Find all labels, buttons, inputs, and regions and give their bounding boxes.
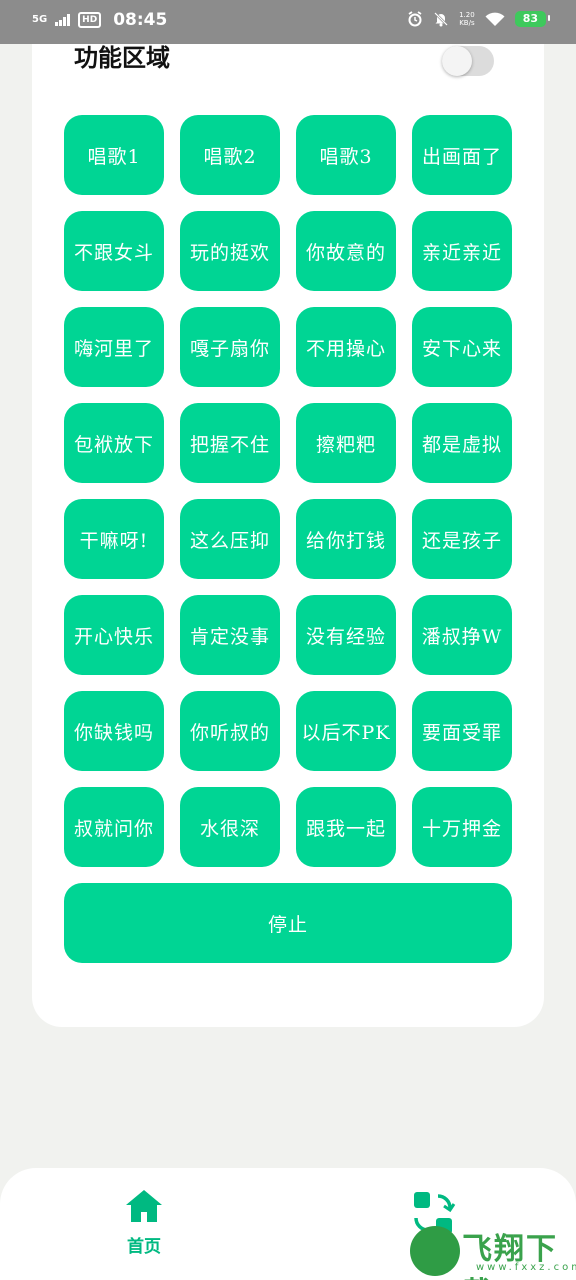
sound-button[interactable]: 潘叔挣W (412, 595, 512, 675)
sound-button[interactable]: 叔就问你 (64, 787, 164, 867)
sound-button[interactable]: 以后不PK (296, 691, 396, 771)
mute-bell-icon (434, 12, 448, 27)
sound-button[interactable]: 不跟女斗 (64, 211, 164, 291)
sound-button[interactable]: 擦粑粑 (296, 403, 396, 483)
sound-button[interactable]: 嗨河里了 (64, 307, 164, 387)
network-type: 5G (32, 14, 48, 25)
watermark: 飞翔下载 www.fxxz.com (410, 1222, 576, 1280)
sound-button[interactable]: 跟我一起 (296, 787, 396, 867)
watermark-url: www.fxxz.com (476, 1262, 576, 1273)
sound-button[interactable]: 把握不住 (180, 403, 280, 483)
sound-button[interactable]: 你听叔的 (180, 691, 280, 771)
sound-button[interactable]: 水很深 (180, 787, 280, 867)
sound-button[interactable]: 玩的挺欢 (180, 211, 280, 291)
sound-button[interactable]: 这么压抑 (180, 499, 280, 579)
sound-button[interactable]: 出画面了 (412, 115, 512, 195)
sound-button[interactable]: 给你打钱 (296, 499, 396, 579)
sound-button[interactable]: 唱歌1 (64, 115, 164, 195)
watermark-logo (410, 1226, 460, 1276)
sound-button[interactable]: 你故意的 (296, 211, 396, 291)
sound-button[interactable]: 都是虚拟 (412, 403, 512, 483)
sound-button[interactable]: 还是孩子 (412, 499, 512, 579)
battery-indicator: 83 (514, 11, 551, 27)
sound-button[interactable]: 安下心来 (412, 307, 512, 387)
sound-button[interactable]: 肯定没事 (180, 595, 280, 675)
sound-button[interactable]: 要面受罪 (412, 691, 512, 771)
sound-button[interactable]: 开心快乐 (64, 595, 164, 675)
sound-button[interactable]: 亲近亲近 (412, 211, 512, 291)
function-toggle[interactable] (442, 46, 494, 76)
home-icon (126, 1190, 162, 1222)
sound-button[interactable]: 嘎子扇你 (180, 307, 280, 387)
sound-button[interactable]: 十万押金 (412, 787, 512, 867)
hd-badge: HD (78, 12, 102, 28)
sound-button[interactable]: 包袱放下 (64, 403, 164, 483)
sound-button[interactable]: 没有经验 (296, 595, 396, 675)
signal-icon (55, 14, 71, 26)
nav-home[interactable]: 首页 (104, 1188, 184, 1257)
clock: 08:45 (113, 10, 168, 30)
sound-button[interactable]: 干嘛呀! (64, 499, 164, 579)
nav-home-label: 首页 (127, 1237, 161, 1257)
sound-button[interactable]: 唱歌2 (180, 115, 280, 195)
toggle-knob (442, 46, 472, 76)
section-title: 功能区域 (74, 43, 170, 72)
sound-button[interactable]: 唱歌3 (296, 115, 396, 195)
network-speed: 1.20 KB/s (459, 11, 475, 27)
stop-button[interactable]: 停止 (64, 883, 512, 963)
sound-button[interactable]: 不用操心 (296, 307, 396, 387)
wifi-icon (485, 12, 505, 26)
alarm-icon (408, 11, 422, 27)
sound-button-grid: 唱歌1 唱歌2 唱歌3 出画面了不跟女斗 玩的挺欢 你故意的 亲近亲近嗨河里了 嘎子扇你 不用操… (64, 115, 512, 867)
sound-button[interactable]: 你缺钱吗 (64, 691, 164, 771)
